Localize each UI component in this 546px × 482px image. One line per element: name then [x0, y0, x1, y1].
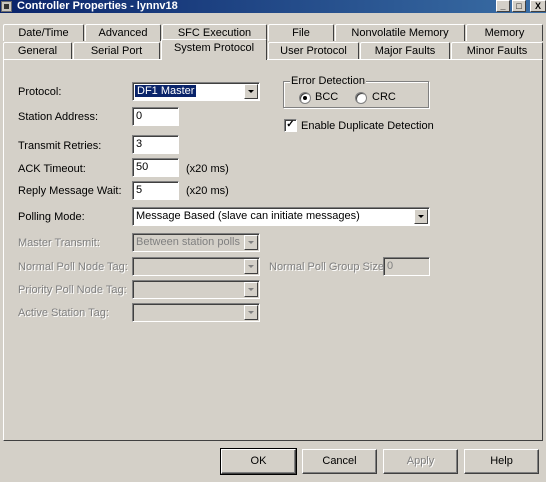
maximize-button[interactable]: □ [512, 0, 526, 12]
tab-minor-faults[interactable]: Minor Faults [451, 42, 543, 59]
tab-date-time[interactable]: Date/Time [3, 24, 84, 41]
cancel-button[interactable]: Cancel [302, 449, 377, 474]
title-bar[interactable]: Controller Properties - lynnv18 _ □ X [0, 0, 546, 13]
tab-user-protocol[interactable]: User Protocol [268, 42, 359, 59]
tab-major-faults[interactable]: Major Faults [360, 42, 450, 59]
tab-general[interactable]: General [3, 42, 72, 59]
minimize-button[interactable]: _ [496, 0, 510, 12]
system-protocol-panel [3, 59, 543, 441]
ok-button[interactable]: OK [220, 448, 297, 475]
tab-file[interactable]: File [268, 24, 334, 41]
protocol-value: DF1 Master [135, 85, 197, 97]
app-icon [1, 1, 12, 12]
help-button[interactable]: Help [464, 449, 539, 474]
protocol-dropdown[interactable]: DF1 Master [132, 82, 260, 101]
close-button[interactable]: X [530, 0, 546, 12]
apply-button[interactable]: Apply [383, 449, 458, 474]
tab-advanced[interactable]: Advanced [85, 24, 161, 41]
tab-serial-port[interactable]: Serial Port [73, 42, 160, 59]
tab-nonvolatile-memory[interactable]: Nonvolatile Memory [335, 24, 465, 41]
window-title: Controller Properties - lynnv18 [17, 0, 178, 12]
chevron-down-icon[interactable] [244, 84, 258, 99]
tab-system-protocol[interactable]: System Protocol [161, 39, 267, 60]
tab-memory[interactable]: Memory [466, 24, 543, 41]
